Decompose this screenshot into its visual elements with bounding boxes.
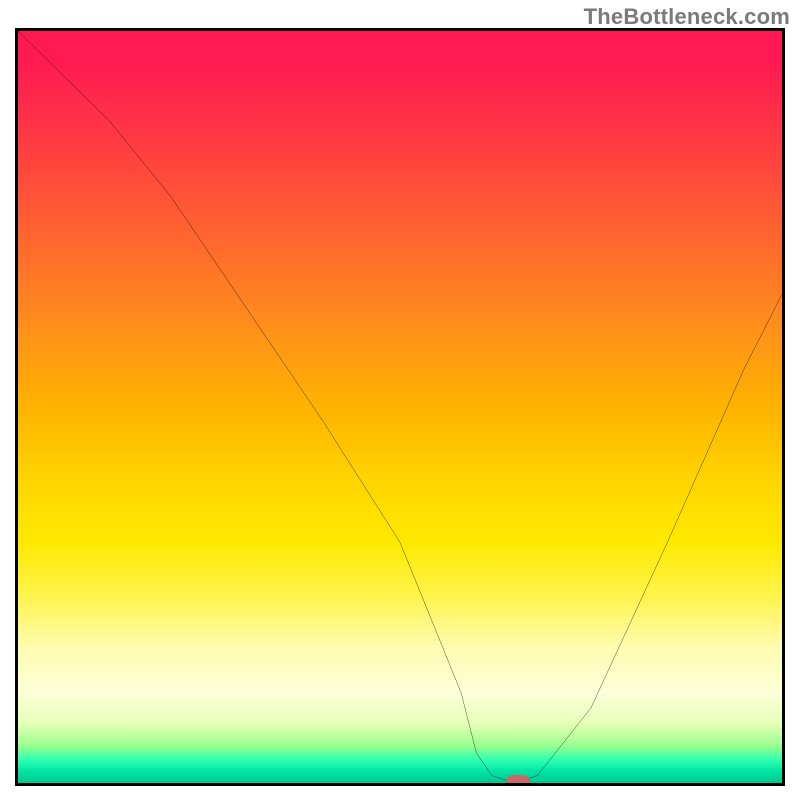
watermark-text: TheBottleneck.com [584, 4, 790, 30]
optimal-point-marker [506, 775, 530, 786]
bottleneck-curve [18, 31, 782, 783]
chart-stage: TheBottleneck.com [0, 0, 800, 800]
plot-area [15, 28, 785, 786]
